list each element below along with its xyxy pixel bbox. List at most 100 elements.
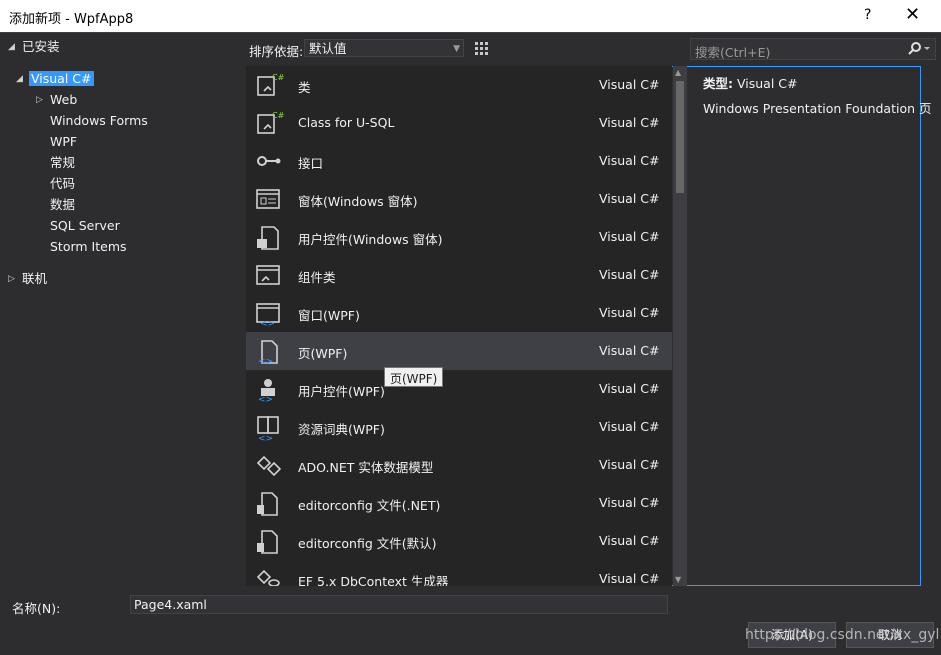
help-button[interactable]: ? (864, 7, 871, 23)
class-icon: C# (254, 71, 285, 99)
list-scrollbar[interactable]: ▲ ▼ (673, 66, 687, 586)
template-item[interactable]: editorconfig 文件(默认) Visual C# (246, 522, 672, 560)
usercontrol-wpf-icon: <> (254, 375, 284, 405)
editorconfig-icon (254, 489, 284, 517)
tree-item-general[interactable]: 常规 (50, 153, 75, 173)
template-name: 用户控件(WPF) (298, 384, 385, 399)
template-name: 接口 (298, 156, 324, 171)
template-language: Visual C# (599, 153, 660, 168)
template-item[interactable]: 接口 Visual C# (246, 142, 672, 180)
expanded-arrow-icon[interactable]: ◢ (16, 69, 23, 89)
svg-text:<>: <> (260, 319, 275, 329)
type-value: Visual C# (736, 76, 798, 91)
template-name: editorconfig 文件(默认) (298, 536, 437, 551)
template-language: Visual C# (599, 77, 660, 92)
template-language: Visual C# (599, 457, 660, 472)
close-button[interactable]: ✕ (905, 4, 920, 25)
details-panel: 类型: Visual C# Windows Presentation Found… (703, 73, 932, 116)
template-item[interactable]: <> 用户控件(WPF) Visual C# (246, 370, 672, 408)
tree-item-data[interactable]: 数据 (50, 195, 75, 215)
svg-text:C#: C# (272, 111, 284, 120)
tree-item-sql-server[interactable]: SQL Server (50, 216, 120, 236)
template-language: Visual C# (599, 381, 660, 396)
template-language: Visual C# (599, 571, 660, 586)
template-item[interactable]: C# Class for U-SQL Visual C# (246, 104, 672, 142)
template-name: 类 (298, 80, 311, 95)
template-item[interactable]: 用户控件(Windows 窗体) Visual C# (246, 218, 672, 256)
tree-item-online[interactable]: ▷ 联机 (8, 269, 47, 289)
template-item[interactable]: editorconfig 文件(.NET) Visual C# (246, 484, 672, 522)
template-name: 窗口(WPF) (298, 308, 360, 323)
template-item[interactable]: <> 页(WPF) Visual C# (246, 332, 672, 370)
dbcontext-icon (254, 565, 284, 586)
scroll-thumb[interactable] (676, 81, 684, 193)
tree-item-wpf[interactable]: WPF (50, 132, 77, 152)
sort-label: 排序依据: (249, 44, 304, 59)
template-name: 窗体(Windows 窗体) (298, 194, 418, 209)
template-item[interactable]: 组件类 Visual C# (246, 256, 672, 294)
search-icon[interactable] (907, 41, 931, 60)
svg-text:<>: <> (258, 395, 273, 405)
svg-text:<>: <> (258, 357, 273, 367)
expanded-arrow-icon[interactable]: ◢ (8, 37, 15, 57)
tree-item-visual-csharp[interactable]: ◢ Visual C# (16, 69, 94, 89)
svg-text:<>: <> (258, 434, 273, 443)
template-item[interactable]: C# 类 Visual C# (246, 66, 672, 104)
template-language: Visual C# (599, 343, 660, 358)
template-name: 用户控件(Windows 窗体) (298, 232, 443, 247)
component-icon (254, 261, 284, 289)
template-name: 组件类 (298, 270, 336, 285)
template-language: Visual C# (599, 305, 660, 320)
template-name: EF 5.x DbContext 生成器 (298, 574, 449, 586)
template-item[interactable]: <> 窗口(WPF) Visual C# (246, 294, 672, 332)
page-icon: <> (254, 337, 284, 367)
grid-view-button[interactable] (471, 38, 491, 58)
template-language: Visual C# (599, 115, 660, 130)
tree-item-code[interactable]: 代码 (50, 174, 75, 194)
template-language: Visual C# (599, 495, 660, 510)
collapsed-arrow-icon[interactable]: ▷ (36, 90, 43, 110)
editorconfig-icon (254, 527, 284, 555)
template-name: ADO.NET 实体数据模型 (298, 460, 434, 475)
bottom-bar: 名称(N): 添加(A) 取消 https://blog.csdn.net/xx… (0, 586, 941, 655)
window-icon: <> (254, 299, 284, 329)
tree-item-installed[interactable]: ◢ 已安装 (8, 37, 60, 57)
scroll-up-icon[interactable]: ▲ (675, 68, 681, 77)
template-name: 页(WPF) (298, 346, 348, 361)
category-tree: ◢ 已安装 ◢ Visual C# ▷ Web Windows Forms WP… (0, 33, 244, 586)
template-description: Windows Presentation Foundation 页 (703, 101, 932, 116)
template-item[interactable]: ADO.NET 实体数据模型 Visual C# (246, 446, 672, 484)
name-label: 名称(N): (12, 601, 61, 616)
template-language: Visual C# (599, 229, 660, 244)
search-placeholder: 搜索(Ctrl+E) (695, 45, 771, 60)
chevron-down-icon: ▼ (453, 44, 460, 54)
svg-text:C#: C# (272, 73, 284, 82)
template-name: Class for U-SQL (298, 115, 395, 130)
sort-value: 默认值 (309, 41, 347, 56)
template-item[interactable]: EF 5.x DbContext 生成器 Visual C# (246, 560, 672, 586)
template-language: Visual C# (599, 419, 660, 434)
template-list[interactable]: C# 类 Visual C# C# Class for U-SQL Visual C# 接口… (246, 66, 672, 586)
window-title: 添加新项 - WpfApp8 (9, 12, 134, 27)
grid-view-icon (475, 42, 488, 55)
name-input[interactable] (130, 595, 668, 614)
template-item[interactable]: 窗体(Windows 窗体) Visual C# (246, 180, 672, 218)
scroll-down-icon[interactable]: ▼ (675, 575, 681, 584)
template-language: Visual C# (599, 267, 660, 282)
class-icon: C# (254, 109, 285, 137)
sort-dropdown[interactable]: 默认值 ▼ (304, 39, 464, 57)
watermark: https://blog.csdn.net/xx_gyl (745, 627, 940, 643)
type-label: 类型: (703, 76, 733, 91)
resource-dictionary-icon: <> (254, 413, 284, 444)
tree-item-windows-forms[interactable]: Windows Forms (50, 111, 148, 131)
tree-item-web[interactable]: ▷ Web (36, 90, 77, 110)
collapsed-arrow-icon[interactable]: ▷ (8, 269, 15, 289)
title-bar: 添加新项 - WpfApp8 ? ✕ (0, 0, 941, 32)
entity-model-icon (254, 451, 284, 479)
interface-icon (254, 147, 284, 175)
form-icon (254, 185, 284, 213)
tree-item-storm-items[interactable]: Storm Items (50, 237, 127, 257)
search-box[interactable]: 搜索(Ctrl+E) (690, 38, 936, 60)
tooltip: 页(WPF) (384, 367, 444, 387)
template-item[interactable]: <> 资源词典(WPF) Visual C# (246, 408, 672, 446)
